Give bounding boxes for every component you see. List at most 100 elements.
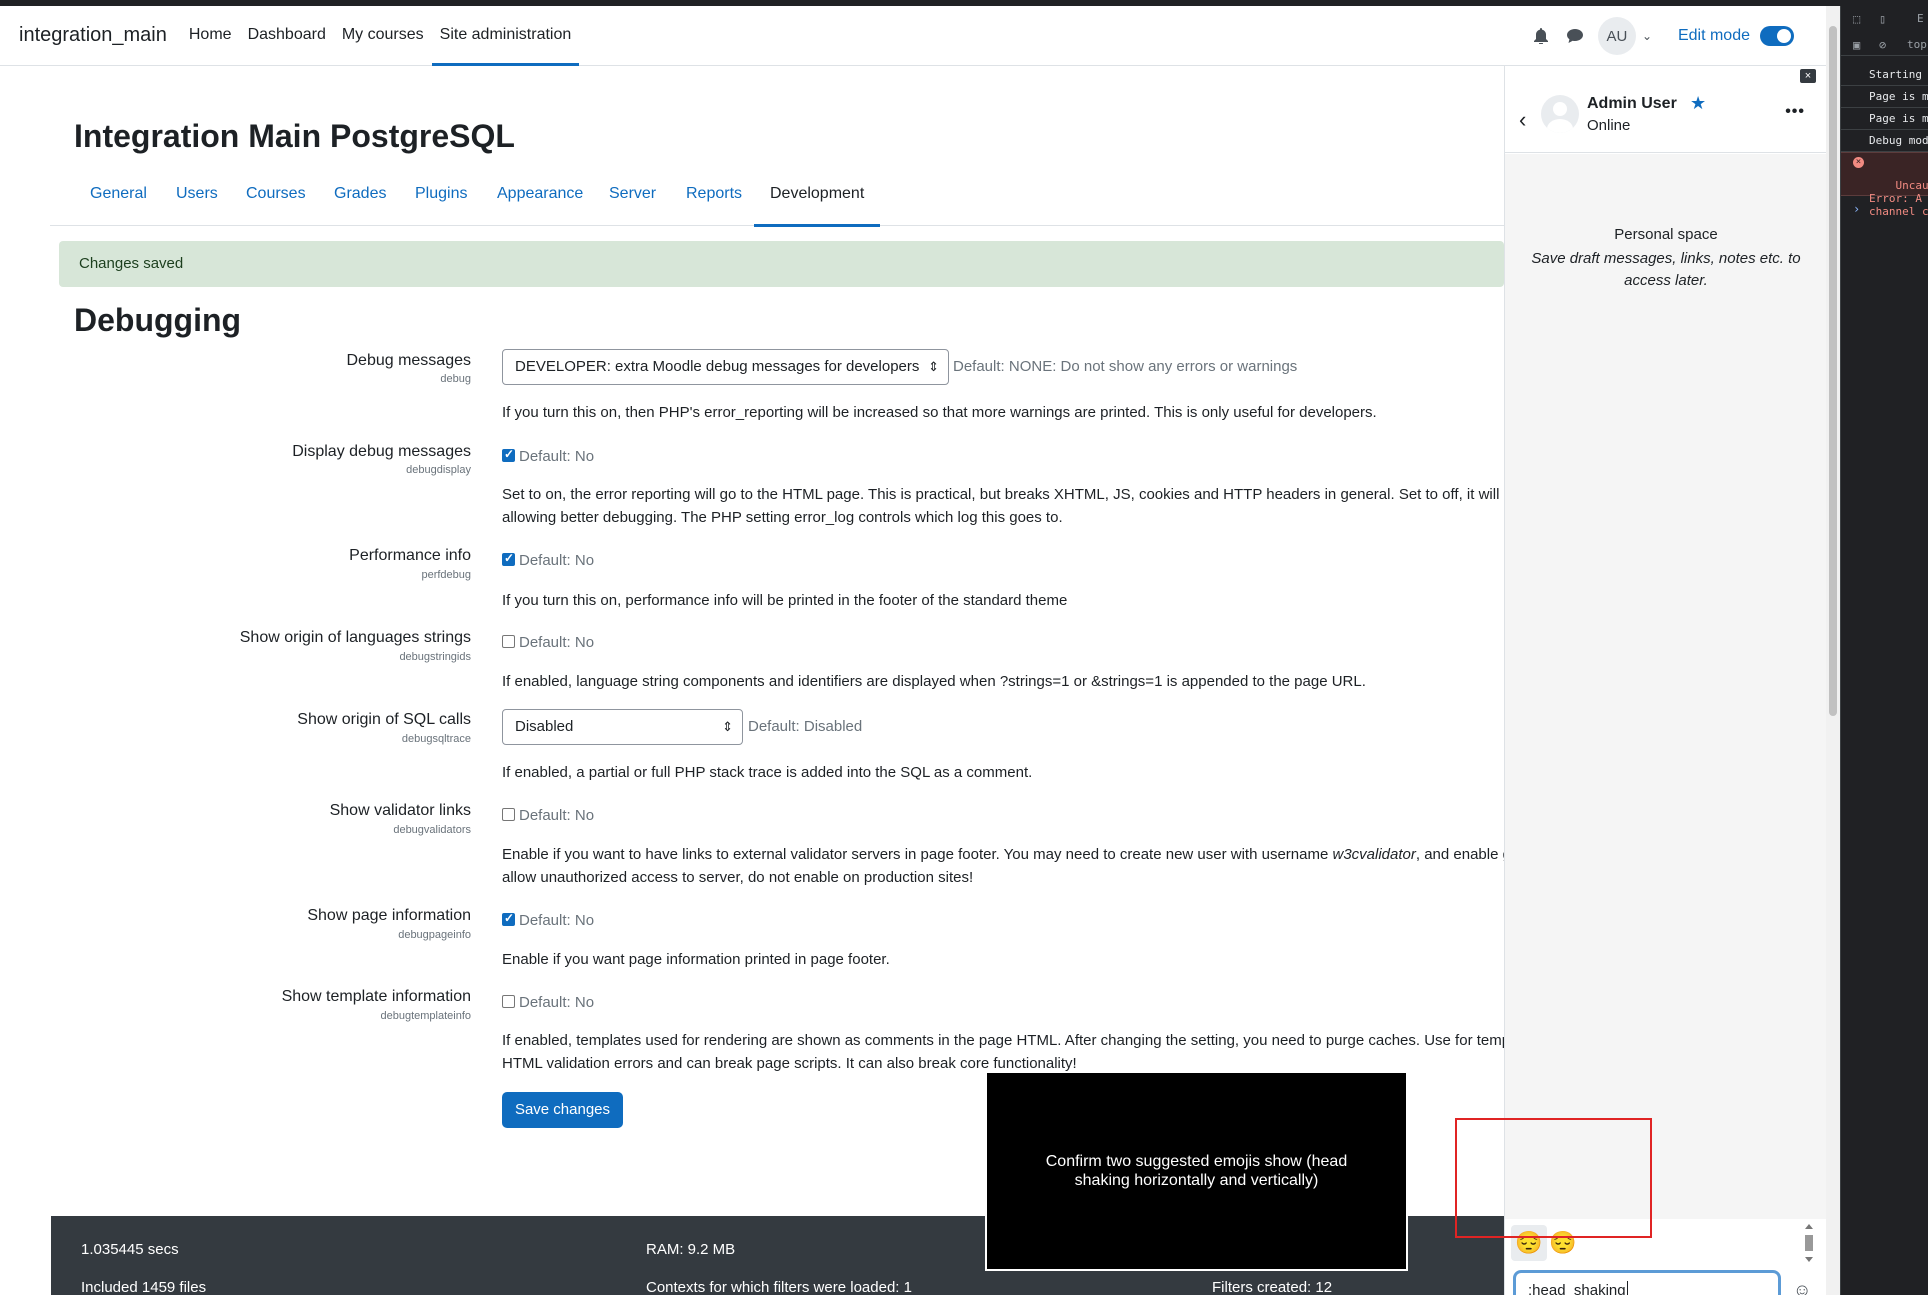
tab-plugins[interactable]: Plugins xyxy=(415,178,467,226)
debugsqltrace-default: Default: Disabled xyxy=(748,718,863,735)
debugvalidators-desc-part-a: Enable if you want to have links to exte… xyxy=(502,846,1333,863)
debugtemplateinfo-checkbox[interactable] xyxy=(502,995,515,1008)
close-icon[interactable]: × xyxy=(1800,69,1816,83)
site-brand[interactable]: integration_main xyxy=(19,24,167,47)
footer-secs: 1.035445 secs xyxy=(81,1241,179,1258)
nav-home[interactable]: Home xyxy=(189,6,232,66)
edit-mode-label[interactable]: Edit mode xyxy=(1678,27,1750,45)
setting-label-debugpageinfo: Show page information xyxy=(307,907,471,924)
setting-key-debugpageinfo: debugpageinfo xyxy=(398,929,471,941)
setting-key-debugstringids: debugstringids xyxy=(399,651,471,663)
tab-reports[interactable]: Reports xyxy=(686,178,742,226)
debugstringids-checkbox[interactable] xyxy=(502,635,515,648)
section-title: Debugging xyxy=(74,302,242,338)
setting-label-perfdebug: Performance info xyxy=(349,547,471,564)
debug-select[interactable]: DEVELOPER: extra Moodle debug messages f… xyxy=(502,349,949,385)
debugdisplay-default: Default: No xyxy=(519,448,595,465)
setting-key-debugtemplateinfo: debugtemplateinfo xyxy=(380,1010,471,1022)
footer-ram: RAM: 9.2 MB xyxy=(646,1241,736,1258)
console-line: Page is m xyxy=(1841,87,1928,108)
sidebar-toggle-icon[interactable]: ▣ xyxy=(1853,38,1867,52)
setting-key-perfdebug: perfdebug xyxy=(421,569,471,581)
debugpageinfo-checkbox[interactable] xyxy=(502,911,515,926)
top-navbar: integration_main Home Dashboard My cours… xyxy=(0,6,1840,66)
debugpageinfo-description: Enable if you want page information prin… xyxy=(502,951,890,968)
debugstringids-default: Default: No xyxy=(519,634,595,651)
debugstringids-description: If enabled, language string components a… xyxy=(502,673,1366,690)
page-title: Integration Main PostgreSQL xyxy=(74,118,515,154)
message-drawer: × ‹ Admin User ★ Online ••• Personal spa… xyxy=(1504,66,1827,1295)
console-prompt[interactable]: › xyxy=(1853,202,1860,216)
tab-server[interactable]: Server xyxy=(609,178,656,226)
personal-space-subtitle: Save draft messages, links, notes etc. t… xyxy=(1531,250,1801,289)
inspect-icon[interactable]: ⬚ xyxy=(1853,12,1867,26)
nav-dashboard[interactable]: Dashboard xyxy=(248,6,326,66)
debugvalidators-checkbox[interactable] xyxy=(502,808,515,821)
tab-development[interactable]: Development xyxy=(753,178,881,227)
debugvalidators-desc-username: w3cvalidator xyxy=(1332,846,1416,863)
user-avatar[interactable]: AU xyxy=(1597,17,1636,55)
chevron-left-icon[interactable]: ‹ xyxy=(1519,107,1526,133)
more-options-icon[interactable]: ••• xyxy=(1785,103,1805,121)
conversation-user-name: Admin User xyxy=(1587,95,1677,112)
tab-grades[interactable]: Grades xyxy=(334,178,386,226)
nav-my-courses[interactable]: My courses xyxy=(342,6,424,66)
devtools-toolbar: ⬚ ▯ E ▣ ⊘ top xyxy=(1841,6,1928,56)
tab-courses[interactable]: Courses xyxy=(246,178,306,226)
console-error-text: Uncaught Error: A channel c xyxy=(1869,179,1928,218)
conversation-body: Personal space Save draft messages, link… xyxy=(1505,154,1827,1221)
debug-default: Default: NONE: Do not show any errors or… xyxy=(953,358,1298,375)
context-selector[interactable]: top xyxy=(1907,38,1927,51)
debugpageinfo-default: Default: No xyxy=(519,912,595,929)
debugsqltrace-description: If enabled, a partial or full PHP stack … xyxy=(502,764,1033,781)
error-icon: × xyxy=(1853,157,1864,168)
console-line: Page is m xyxy=(1841,109,1928,130)
debug-description: If you turn this on, then PHP's error_re… xyxy=(502,404,1377,421)
setting-label-debugsqltrace: Show origin of SQL calls xyxy=(297,711,471,728)
chat-bubble-icon[interactable] xyxy=(1564,25,1586,47)
debugdisplay-description-1: Set to on, the error reporting will go t… xyxy=(502,486,1512,503)
conversation-avatar xyxy=(1541,95,1579,133)
setting-label-debugdisplay: Display debug messages xyxy=(292,443,471,460)
device-toggle-icon[interactable]: ▯ xyxy=(1879,12,1893,26)
devtools-panel: ⬚ ▯ E ▣ ⊘ top Starting Page is m Page is… xyxy=(1840,6,1928,1295)
debugtemplateinfo-default: Default: No xyxy=(519,994,595,1011)
navbar-right: AU ⌄ Edit mode xyxy=(1530,6,1840,66)
devtools-tab[interactable]: E xyxy=(1917,12,1924,25)
debugvalidators-default: Default: No xyxy=(519,807,595,824)
emoji-scrollbar[interactable] xyxy=(1803,1223,1815,1263)
debugvalidators-description-1: Enable if you want to have links to exte… xyxy=(502,843,1511,866)
tab-appearance[interactable]: Appearance xyxy=(497,178,583,226)
nav-site-administration[interactable]: Site administration xyxy=(431,6,579,66)
console-error: × Uncaught Error: A channel c xyxy=(1841,152,1928,218)
chevron-down-icon[interactable]: ⌄ xyxy=(1642,29,1658,43)
page-scrollbar[interactable] xyxy=(1826,6,1840,1295)
setting-label-debugstringids: Show origin of languages strings xyxy=(239,629,471,646)
clear-console-icon[interactable]: ⊘ xyxy=(1879,38,1893,52)
perfdebug-checkbox[interactable] xyxy=(502,551,515,566)
bell-icon[interactable] xyxy=(1530,25,1552,47)
compose-text: :head_shaking xyxy=(1528,1281,1628,1295)
debugdisplay-checkbox[interactable] xyxy=(502,447,515,462)
tab-users[interactable]: Users xyxy=(176,178,218,226)
tab-general[interactable]: General xyxy=(90,178,147,226)
conversation-header: ‹ Admin User ★ Online ••• xyxy=(1505,87,1827,153)
setting-key-debug: debug xyxy=(440,373,471,385)
save-changes-button[interactable]: Save changes xyxy=(502,1092,623,1128)
message-compose-input[interactable]: :head_shaking xyxy=(1513,1270,1781,1295)
setting-key-debugdisplay: debugdisplay xyxy=(406,464,471,476)
changes-saved-alert: Changes saved xyxy=(59,241,1504,287)
setting-key-debugsqltrace: debugsqltrace xyxy=(401,733,471,745)
personal-space-title: Personal space xyxy=(1614,226,1718,243)
instruction-overlay: Confirm two suggested emojis show (head … xyxy=(985,1071,1408,1271)
edit-mode-toggle[interactable] xyxy=(1760,26,1794,46)
perfdebug-description: If you turn this on, performance info wi… xyxy=(502,592,1068,609)
footer-contexts: Contexts for which filters were loaded: … xyxy=(646,1279,912,1295)
setting-label-debug: Debug messages xyxy=(346,352,471,369)
debugvalidators-desc-part-c: , and enable g xyxy=(1415,846,1511,863)
debugtemplateinfo-description-1: If enabled, templates used for rendering… xyxy=(502,1032,1511,1049)
console-line: Debug mod xyxy=(1841,131,1928,152)
debugsqltrace-select[interactable]: Disabled xyxy=(502,709,743,745)
emoji-picker-icon[interactable]: ☺ xyxy=(1793,1280,1811,1295)
footer-filters: Filters created: 12 xyxy=(1212,1279,1333,1295)
